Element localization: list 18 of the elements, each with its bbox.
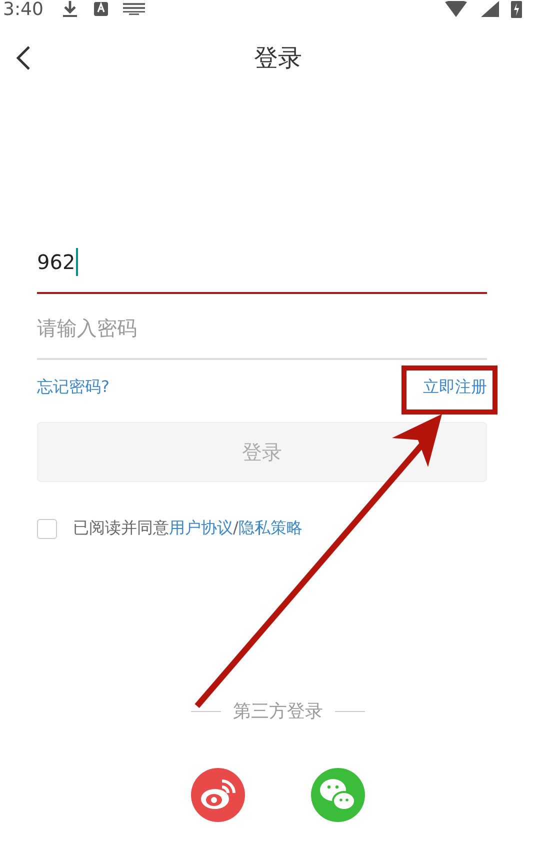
wifi-icon (445, 1, 467, 17)
keyboard-icon (123, 3, 146, 15)
register-link[interactable]: 立即注册 (423, 376, 487, 398)
download-icon (61, 0, 80, 18)
swirl-login-button[interactable] (190, 767, 246, 823)
signal-icon (481, 1, 499, 17)
password-input-field[interactable]: 请输入密码 (37, 298, 487, 360)
agreement-text: 已阅读并同意用户协议/隐私策略 (73, 518, 302, 539)
back-icon[interactable] (15, 45, 31, 71)
phone-input-field[interactable]: 962 (37, 232, 487, 294)
forgot-password-link[interactable]: 忘记密码? (37, 376, 110, 398)
agreement-link[interactable]: 隐私策略 (238, 518, 302, 537)
status-time: 3:40 (3, 0, 44, 20)
chat-login-button[interactable] (310, 767, 366, 823)
agreement-checkbox[interactable] (37, 518, 57, 538)
page-title: 登录 (254, 43, 302, 74)
third-party-login-label: 第三方登录 (233, 700, 323, 723)
agreement-link[interactable]: 用户协议 (169, 518, 233, 537)
